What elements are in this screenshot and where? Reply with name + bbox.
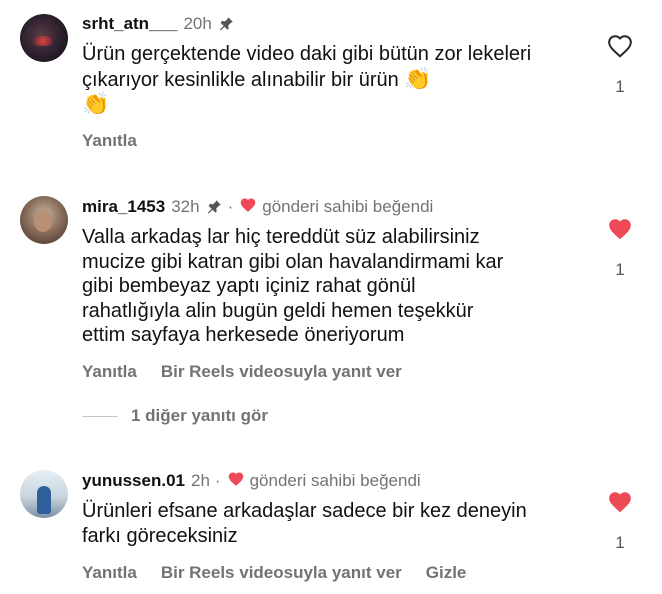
comment-body: Ürün gerçektende video daki gibi bütün z…: [82, 43, 532, 91]
comment-actions: Yanıtla: [82, 131, 161, 151]
view-replies-label: 1 diğer yanıtı gör: [131, 406, 268, 425]
creator-liked-badge: gönderi sahibi beğendi: [227, 471, 421, 492]
clapping-hands-emoji: 👏: [82, 91, 110, 116]
comment-line: rahatlığıyla alin bugün geldi hemen teşe…: [82, 299, 474, 322]
heart-filled-icon[interactable]: [604, 217, 636, 246]
heart-filled-icon: [227, 471, 245, 492]
comment-meta: mira_1453 32h · gönderi sahibi beğendi: [82, 195, 433, 219]
avatar[interactable]: [20, 470, 68, 518]
reply-button[interactable]: Yanıtla: [82, 131, 137, 151]
username[interactable]: srht_atn___: [82, 14, 177, 34]
comment-actions: Yanıtla Bir Reels videosuyla yanıt ver G…: [82, 563, 490, 583]
creator-liked-badge: gönderi sahibi beğendi: [239, 197, 433, 218]
separator-dot: ·: [214, 471, 221, 490]
avatar[interactable]: [20, 196, 68, 244]
avatar[interactable]: [20, 14, 68, 62]
username[interactable]: yunussen.01: [82, 471, 185, 491]
like-column: 1: [604, 34, 636, 97]
comment-text: Ürünleri efsane arkadaşlar sadece bir ke…: [82, 499, 582, 548]
heart-filled-icon: [239, 197, 257, 218]
comment-actions: Yanıtla Bir Reels videosuyla yanıt ver: [82, 362, 426, 382]
comment-text: Ürün gerçektende video daki gibi bütün z…: [82, 42, 582, 118]
replies-divider-line: [82, 415, 118, 417]
heart-filled-icon[interactable]: [604, 490, 636, 519]
like-column: 1: [604, 217, 636, 280]
comment-line: mucize gibi katran gibi olan havalandirm…: [82, 250, 504, 273]
comment-line: gibi bembeyaz yaptı içiniz rahat gönül: [82, 275, 416, 297]
reply-button[interactable]: Yanıtla: [82, 362, 137, 382]
reels-reply-button[interactable]: Bir Reels videosuyla yanıt ver: [161, 362, 402, 382]
like-column: 1: [604, 490, 636, 553]
timestamp: 20h: [183, 14, 212, 33]
comment-meta: yunussen.01 2h · gönderi sahibi beğendi: [82, 469, 421, 493]
comment-line: ettim sayfaya herkesede öneriyorum: [82, 324, 405, 346]
pin-icon: [205, 198, 223, 216]
pin-icon: [217, 15, 235, 33]
comment-line: Valla arkadaş lar hiç tereddüt süz alabi…: [82, 226, 480, 248]
comment-line: farkı göreceksiniz: [82, 524, 238, 547]
like-count: 1: [615, 77, 625, 96]
view-replies-button[interactable]: 1 diğer yanıtı gör: [82, 406, 268, 426]
comment-line: Ürünleri efsane arkadaşlar sadece bir ke…: [82, 500, 527, 522]
clapping-hands-emoji: 👏: [404, 65, 432, 91]
like-count: 1: [615, 533, 625, 552]
separator-dot: ·: [227, 197, 234, 216]
heart-outline-icon[interactable]: [604, 34, 636, 63]
timestamp: 32h: [171, 197, 200, 216]
creator-liked-text: gönderi sahibi beğendi: [249, 471, 421, 490]
hide-button[interactable]: Gizle: [426, 563, 467, 583]
like-count: 1: [615, 260, 625, 279]
timestamp: 2h: [191, 471, 210, 490]
comment-text: Valla arkadaş lar hiç tereddüt süz alabi…: [82, 225, 582, 348]
reels-reply-button[interactable]: Bir Reels videosuyla yanıt ver: [161, 563, 402, 583]
creator-liked-text: gönderi sahibi beğendi: [262, 197, 434, 216]
username[interactable]: mira_1453: [82, 197, 165, 217]
reply-button[interactable]: Yanıtla: [82, 563, 137, 583]
comment-meta: srht_atn___ 20h: [82, 12, 235, 36]
